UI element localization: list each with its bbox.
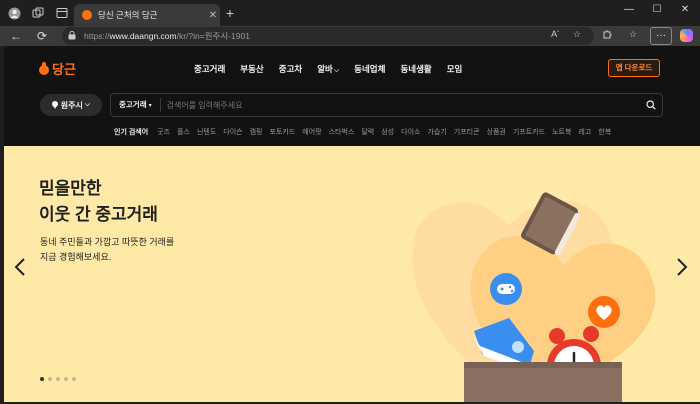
url-text: https://www.daangn.com/kr/?in=원주시-1901 <box>84 30 250 42</box>
browser-titlebar: 당신 근처의 당근 ✕ + — ☐ ✕ <box>0 0 700 26</box>
location-pin-icon <box>51 101 58 109</box>
address-bar[interactable]: https://www.daangn.com/kr/?in=원주시-1901 <box>62 27 594 45</box>
keyword-link[interactable]: 한복 <box>598 127 611 137</box>
search-category-select[interactable]: 중고거래 ▾ <box>111 98 161 112</box>
carousel-dot[interactable] <box>40 377 44 381</box>
hero-title: 믿을만한이웃 간 중고거래 <box>39 176 158 228</box>
keyword-link[interactable]: 굿즈 <box>157 127 170 137</box>
more-options-button[interactable]: ··· <box>650 27 672 45</box>
carousel-dot[interactable] <box>72 377 76 381</box>
back-button[interactable]: ← <box>8 28 24 44</box>
popular-keywords-label: 인기 검색어 <box>114 129 149 136</box>
tab-title: 당신 근처의 당근 <box>98 10 158 20</box>
app-download-button[interactable]: 앱 다운로드 <box>608 59 660 77</box>
keyword-link[interactable]: 에어팟 <box>302 127 321 137</box>
page-content: 당근 중고거래 부동산 중고차 알바⌵ 동네업체 동네생활 모임 앱 다운로드 … <box>4 46 700 402</box>
hero-title-line1: 믿을만한 <box>39 179 102 198</box>
nav-item-local-business[interactable]: 동네업체 <box>354 63 385 75</box>
browser-toolbar: ← ⟳ https://www.daangn.com/kr/?in=원주시-19… <box>0 26 700 46</box>
hero-description: 동네 주민들과 가깝고 따뜻한 거래를지금 경험해보세요. <box>40 235 174 265</box>
new-tab-button[interactable]: + <box>222 5 238 21</box>
location-label: 원주시 <box>60 100 83 110</box>
url-scheme: https:// <box>84 31 110 41</box>
nav-item-part-time[interactable]: 알바⌵ <box>317 63 339 75</box>
location-selector[interactable]: 원주시 ⌵ <box>40 94 102 116</box>
carousel-prev-button[interactable] <box>12 258 28 279</box>
profile-icon[interactable] <box>6 5 22 21</box>
keyword-link[interactable]: 다이슨 <box>223 127 242 137</box>
hero-desc-line2: 지금 경험해보세요. <box>40 252 112 262</box>
minimize-button[interactable]: — <box>620 4 638 15</box>
carousel-dot[interactable] <box>56 377 60 381</box>
search-input[interactable] <box>160 100 640 110</box>
url-path: /kr/?in=원주시-1901 <box>176 31 250 41</box>
workspaces-icon[interactable] <box>30 5 46 21</box>
carousel-dot[interactable] <box>48 377 52 381</box>
carousel-next-button[interactable] <box>674 258 690 279</box>
search-icon[interactable] <box>640 100 662 110</box>
nav-item-local-life[interactable]: 동네생활 <box>400 63 431 75</box>
tab-actions-icon[interactable] <box>54 5 70 21</box>
main-nav: 중고거래 부동산 중고차 알바⌵ 동네업체 동네생활 모임 <box>194 63 477 75</box>
carousel-dots <box>40 377 76 381</box>
keyword-link[interactable]: 기프티콘 <box>454 127 480 137</box>
keyword-link[interactable]: 노트북 <box>552 127 571 137</box>
tab-close-icon[interactable]: ✕ <box>206 10 220 21</box>
chevron-down-icon: ⌵ <box>333 67 340 74</box>
keyword-link[interactable]: 삼성 <box>381 127 394 137</box>
carrot-icon <box>38 62 49 75</box>
keyword-link[interactable]: 레고 <box>578 127 591 137</box>
site-header: 당근 중고거래 부동산 중고차 알바⌵ 동네업체 동네생활 모임 앱 다운로드 … <box>4 46 700 146</box>
copilot-icon[interactable] <box>680 29 693 42</box>
carousel-dot[interactable] <box>64 377 68 381</box>
popular-keywords: 인기 검색어 굿즈 플스 닌텐도 다이슨 캠핑 포토카드 에어팟 스타벅스 달력… <box>114 127 618 137</box>
keyword-link[interactable]: 가습기 <box>427 127 446 137</box>
keyword-link[interactable]: 다이소 <box>401 127 420 137</box>
caret-down-icon: ▾ <box>148 103 152 109</box>
game-controller-icon <box>490 273 522 305</box>
heart-bubble-icon <box>588 296 620 328</box>
keyword-link[interactable]: 닌텐도 <box>197 127 216 137</box>
keyword-link[interactable]: 플스 <box>177 127 190 137</box>
maximize-button[interactable]: ☐ <box>648 4 666 15</box>
logo-text: 당근 <box>52 62 76 77</box>
daangn-logo[interactable]: 당근 <box>38 59 76 78</box>
reload-button[interactable]: ⟳ <box>34 28 50 44</box>
lock-icon[interactable] <box>68 30 76 42</box>
browser-tab-active[interactable]: 당신 근처의 당근 ✕ <box>74 4 220 26</box>
hero-title-line2: 이웃 간 중고거래 <box>39 205 158 224</box>
read-aloud-icon[interactable]: Aⁿ <box>548 29 562 39</box>
nav-item-groups[interactable]: 모임 <box>447 63 463 75</box>
extensions-icon[interactable] <box>600 29 614 41</box>
keyword-link[interactable]: 기프트카드 <box>513 127 545 137</box>
keyword-link[interactable]: 포토카드 <box>269 127 295 137</box>
hero-banner: 믿을만한이웃 간 중고거래 동네 주민들과 가깝고 따뜻한 거래를지금 경험해보… <box>4 146 700 402</box>
nav-item-part-time-label: 알바 <box>317 64 333 74</box>
favorite-star-icon[interactable]: ☆ <box>570 29 584 40</box>
chevron-down-icon: ⌵ <box>84 101 91 108</box>
close-window-button[interactable]: ✕ <box>676 4 694 15</box>
collections-icon[interactable]: ☆ <box>626 29 640 40</box>
keyword-link[interactable]: 달력 <box>361 127 374 137</box>
search-category-label: 중고거래 <box>119 100 147 109</box>
keyword-link[interactable]: 상품권 <box>487 127 506 137</box>
url-host: www.daangn.com <box>109 31 177 41</box>
keyword-link[interactable]: 스타벅스 <box>329 127 355 137</box>
nav-item-real-estate[interactable]: 부동산 <box>240 63 263 75</box>
box-icon <box>464 362 622 402</box>
daangn-favicon-icon <box>82 10 92 20</box>
search-bar: 중고거래 ▾ <box>110 93 663 117</box>
nav-item-used-car[interactable]: 중고차 <box>279 63 302 75</box>
keyword-link[interactable]: 캠핑 <box>250 127 263 137</box>
hero-desc-line1: 동네 주민들과 가깝고 따뜻한 거래를 <box>40 237 175 247</box>
nav-item-used-trade[interactable]: 중고거래 <box>194 63 225 75</box>
